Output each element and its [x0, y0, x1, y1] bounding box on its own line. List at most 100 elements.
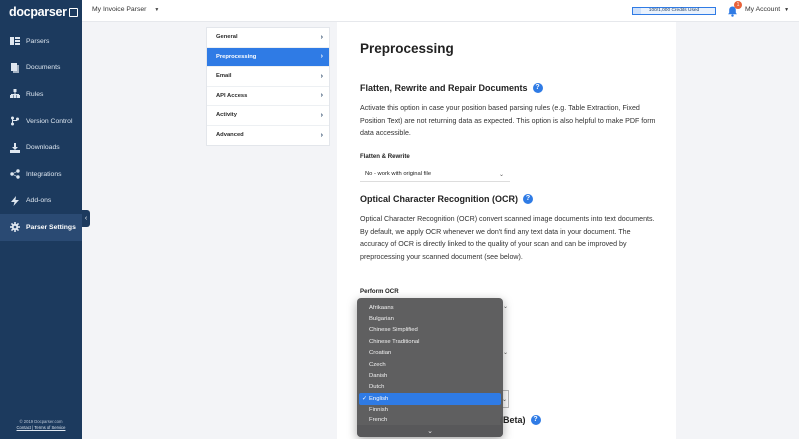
scroll-down-button[interactable]: ⌄ — [357, 425, 503, 437]
settings-item-preprocessing[interactable]: Preprocessing › — [207, 47, 329, 67]
settings-item-label: Preprocessing — [216, 53, 257, 60]
help-icon[interactable]: ? — [532, 83, 543, 93]
top-bar: My Invoice Parser ▼ 100/1,000 Credits Us… — [82, 0, 799, 22]
credits-progress-bar[interactable]: 100/1,000 Credits Used — [632, 7, 716, 15]
dropdown-option[interactable]: Afrikaans — [357, 302, 503, 313]
page-title: Preprocessing — [360, 41, 454, 56]
credits-text: 100/1,000 Credits Used — [648, 8, 700, 13]
account-menu[interactable]: My Account ▼ — [745, 6, 789, 13]
sidebar-item-parsers[interactable]: Parsers — [0, 28, 82, 55]
chevron-right-icon: › — [320, 111, 323, 119]
ocr-section-title: Optical Character Recognition (OCR) ? — [360, 194, 534, 204]
flatten-field-label: Flatten & Rewrite — [360, 153, 410, 160]
checkmark-icon: ✓ — [362, 396, 368, 403]
parsers-icon — [10, 36, 20, 46]
flatten-description: Activate this option in case your positi… — [360, 104, 656, 138]
integrations-icon — [10, 169, 20, 179]
dropdown-option[interactable]: Czech — [357, 359, 503, 370]
settings-item-label: API Access — [216, 92, 248, 99]
settings-item-label: Advanced — [216, 132, 244, 139]
sidebar-item-parser-settings[interactable]: Parser Settings — [0, 214, 82, 241]
flatten-title-text: Flatten, Rewrite and Repair Documents — [360, 83, 528, 93]
sidebar-item-label: Documents — [26, 64, 61, 72]
dropdown-option-selected[interactable]: ✓ English — [359, 393, 501, 405]
gear-icon — [10, 222, 20, 233]
downloads-icon — [10, 142, 20, 153]
chevron-right-icon: › — [320, 53, 323, 61]
settings-item-activity[interactable]: Activity › — [207, 106, 329, 126]
dropdown-option[interactable]: Croatian — [357, 348, 503, 359]
chevron-down-icon: ⌄ — [503, 350, 509, 356]
help-icon[interactable]: ? — [523, 194, 534, 204]
sidebar: docparser Parsers Documents Rules Versio… — [0, 0, 82, 439]
chevron-right-icon: › — [320, 33, 323, 41]
sidebar-item-version-control[interactable]: Version Control — [0, 108, 82, 135]
settings-item-label: General — [216, 34, 238, 41]
chevron-right-icon: › — [320, 72, 323, 80]
chevron-right-icon: › — [320, 131, 323, 139]
notification-badge: 1 — [734, 1, 742, 9]
sidebar-item-add-ons[interactable]: Add-ons — [0, 188, 82, 215]
version-control-icon — [10, 116, 20, 126]
language-dropdown[interactable]: Afrikaans Bulgarian Chinese Simplified C… — [357, 298, 503, 437]
ocr-description: Optical Character Recognition (OCR) conv… — [360, 215, 655, 261]
dropdown-option[interactable]: Dutch — [357, 382, 503, 393]
caret-down-icon: ▼ — [784, 6, 790, 13]
documents-icon — [10, 62, 20, 73]
account-label: My Account — [745, 6, 781, 13]
sidebar-item-documents[interactable]: Documents — [0, 55, 82, 82]
dropdown-option-label: English — [369, 395, 389, 402]
sidebar-item-label: Downloads — [26, 144, 60, 152]
sidebar-item-label: Add-ons — [26, 197, 52, 205]
chevron-down-icon: ⌄ — [503, 304, 509, 310]
settings-item-advanced[interactable]: Advanced › — [207, 126, 329, 146]
ocr-title-text: Optical Character Recognition (OCR) — [360, 194, 519, 204]
parser-selector[interactable]: My Invoice Parser ▼ — [92, 6, 159, 13]
flatten-rewrite-select[interactable]: No - work with original file ⌄ — [360, 167, 510, 182]
rules-icon — [10, 89, 20, 99]
dropdown-option[interactable]: French — [357, 416, 503, 423]
settings-item-api-access[interactable]: API Access › — [207, 87, 329, 106]
settings-item-label: Activity — [216, 112, 237, 119]
sidebar-item-label: Version Control — [26, 117, 73, 125]
settings-item-email[interactable]: Email › — [207, 67, 329, 87]
caret-down-icon: ▼ — [154, 6, 160, 13]
sidebar-item-label: Parsers — [26, 37, 50, 45]
parser-name: My Invoice Parser — [92, 6, 147, 13]
sidebar-item-label: Parser Settings — [26, 223, 76, 231]
sidebar-item-integrations[interactable]: Integrations — [0, 161, 82, 188]
sidebar-item-rules[interactable]: Rules — [0, 81, 82, 108]
sidebar-item-downloads[interactable]: Downloads — [0, 134, 82, 161]
sidebar-collapse-button[interactable]: ‹ — [82, 210, 90, 227]
app-window: docparser Parsers Documents Rules Versio… — [0, 0, 799, 439]
flatten-section-title: Flatten, Rewrite and Repair Documents ? — [360, 83, 543, 93]
dropdown-option[interactable]: Bulgarian — [357, 313, 503, 324]
beta-title-text: (Beta) — [500, 415, 526, 425]
settings-item-label: Email — [216, 73, 232, 80]
logo-text: docparser — [9, 5, 67, 19]
sidebar-nav: Parsers Documents Rules Version Control … — [0, 28, 82, 241]
sidebar-item-label: Integrations — [26, 170, 62, 178]
dropdown-option[interactable]: Danish — [357, 370, 503, 381]
flatten-select-value: No - work with original file — [365, 171, 432, 177]
sidebar-item-label: Rules — [26, 90, 44, 98]
ocr-field-label: Perform OCR — [360, 288, 399, 295]
footer-links[interactable]: Contact | Terms of Service — [17, 425, 66, 430]
chevron-left-icon: ‹ — [84, 215, 88, 222]
logo-mark-icon — [68, 7, 78, 17]
settings-item-general[interactable]: General › — [207, 28, 329, 48]
dropdown-option[interactable]: Chinese Traditional — [357, 336, 503, 347]
settings-menu: General › Preprocessing › Email › API Ac… — [206, 27, 330, 146]
docparser-logo[interactable]: docparser — [9, 5, 78, 19]
dropdown-option[interactable]: Chinese Simplified — [357, 325, 503, 336]
add-ons-icon — [10, 195, 20, 206]
dropdown-option[interactable]: Finnish — [357, 405, 503, 416]
credits-fill — [633, 8, 642, 14]
chevron-down-icon: ⌄ — [498, 171, 504, 178]
notifications-button[interactable]: 1 — [727, 1, 742, 17]
chevron-down-icon: ⌄ — [427, 428, 433, 435]
help-icon[interactable]: ? — [530, 415, 541, 425]
chevron-right-icon: › — [320, 92, 323, 100]
beta-section-title: (Beta) ? — [500, 415, 541, 425]
sidebar-footer: © 2019 Docparser.com Contact | Terms of … — [0, 419, 82, 431]
